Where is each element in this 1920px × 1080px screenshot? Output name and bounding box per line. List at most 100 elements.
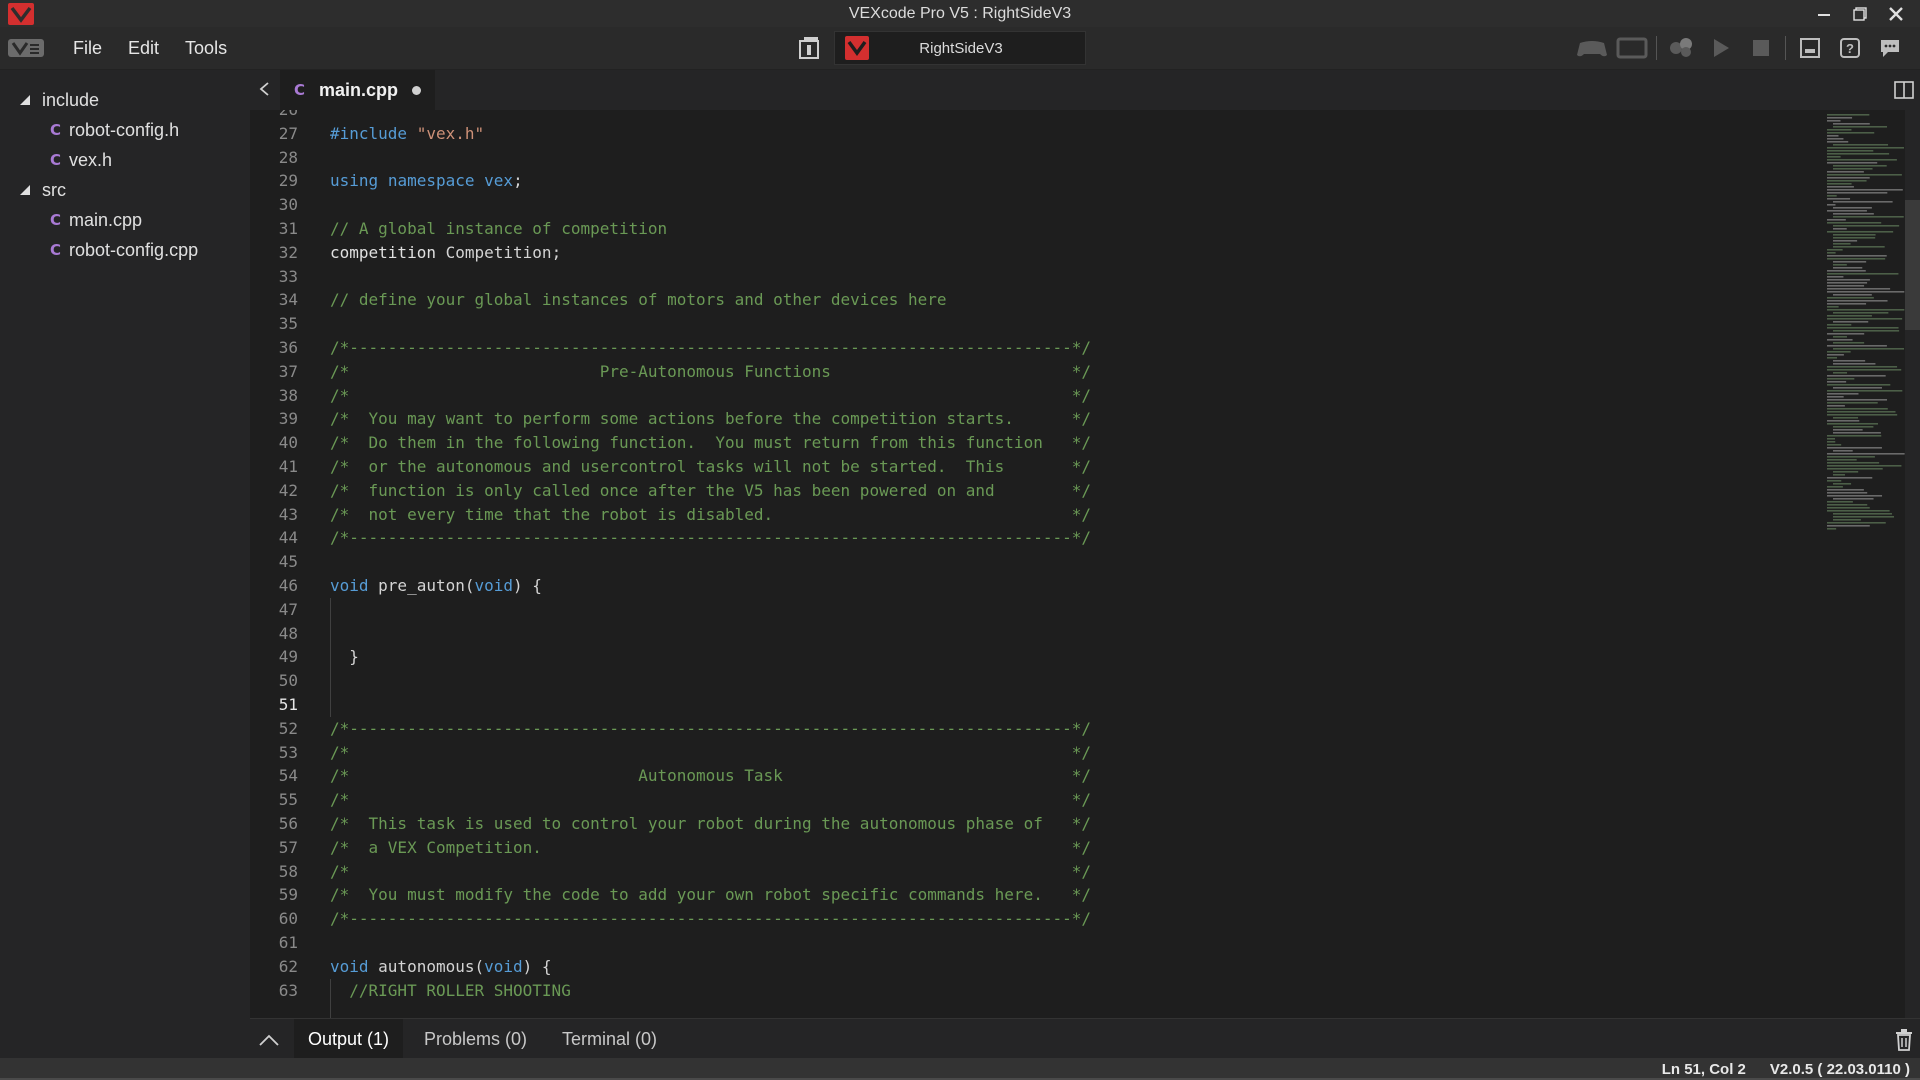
code-line[interactable]: 62 void autonomous(void) { xyxy=(250,955,1550,979)
code-line[interactable]: 28 xyxy=(250,146,1550,170)
code-line[interactable]: 60 /*------------------------------------… xyxy=(250,907,1550,931)
menu-file[interactable]: File xyxy=(60,38,115,59)
code-line[interactable]: 29 using namespace vex; xyxy=(250,169,1550,193)
code-line[interactable]: 36 /*------------------------------------… xyxy=(250,336,1550,360)
split-editor-icon[interactable] xyxy=(1894,81,1914,99)
minimap-line xyxy=(1833,321,1869,323)
trash-icon[interactable] xyxy=(1894,1029,1914,1051)
minimap-line xyxy=(1827,291,1905,293)
brain-icon[interactable] xyxy=(1790,32,1830,64)
minimap-line xyxy=(1827,390,1903,392)
tab-main-cpp[interactable]: C main.cpp xyxy=(280,70,436,110)
code-line[interactable]: 63 //RIGHT ROLLER SHOOTING xyxy=(250,979,1550,1003)
code-line[interactable]: 33 xyxy=(250,265,1550,289)
tab-output[interactable]: Output (1) xyxy=(294,1019,404,1059)
tab-terminal[interactable]: Terminal (0) xyxy=(548,1019,671,1059)
editor-scrollbar[interactable] xyxy=(1905,110,1920,1018)
screen-icon[interactable] xyxy=(1612,32,1652,64)
project-name-box[interactable]: RightSideV3 xyxy=(834,31,1086,65)
code-line[interactable]: 55 /* */ xyxy=(250,788,1550,812)
close-icon[interactable] xyxy=(1878,0,1914,27)
code-line[interactable]: 59 /* You must modify the code to add you… xyxy=(250,883,1550,907)
minimap-line xyxy=(1833,243,1851,245)
code-line[interactable]: 38 /* */ xyxy=(250,384,1550,408)
code-line[interactable]: 50 xyxy=(250,669,1550,693)
code-line[interactable]: 30 xyxy=(250,193,1550,217)
minimap-line xyxy=(1833,264,1847,266)
line-number: 28 xyxy=(278,147,298,167)
line-text: /* Autonomous Task */ xyxy=(330,766,1091,786)
code-line[interactable]: 26 xyxy=(250,110,1550,122)
code-line[interactable]: 56 /* This task is used to control your r… xyxy=(250,812,1550,836)
line-text: //RIGHT ROLLER SHOOTING xyxy=(330,980,571,1000)
minimap-line xyxy=(1827,411,1896,413)
code-line[interactable]: 37 /* Pre-Autonomous Functions */ xyxy=(250,360,1550,384)
code-line[interactable]: 42 /* function is only called once after … xyxy=(250,479,1550,503)
line-number: 56 xyxy=(278,814,298,833)
code-line[interactable]: 49 } xyxy=(250,645,1550,669)
minimap-line xyxy=(1827,327,1899,329)
code-line[interactable]: 44 /*------------------------------------… xyxy=(250,526,1550,550)
chevron-up-icon[interactable] xyxy=(258,1029,280,1051)
minimize-icon[interactable] xyxy=(1806,0,1842,27)
minimap-line xyxy=(1827,447,1882,449)
code-line[interactable]: 51 xyxy=(250,693,1550,717)
line-text: void autonomous(void) { xyxy=(330,956,552,976)
line-text: using namespace vex; xyxy=(330,171,523,191)
minimap-line xyxy=(1833,513,1892,515)
folder-src[interactable]: src xyxy=(0,176,268,204)
project-slot-icon[interactable] xyxy=(796,35,822,61)
code-line[interactable]: 58 /* */ xyxy=(250,860,1550,884)
controller-icon[interactable] xyxy=(1572,32,1612,64)
stop-icon[interactable] xyxy=(1741,32,1781,64)
code-line[interactable]: 61 xyxy=(250,931,1550,955)
code-line[interactable]: 52 /*------------------------------------… xyxy=(250,717,1550,741)
help-icon[interactable]: ? xyxy=(1830,32,1870,64)
chevron-left-icon[interactable] xyxy=(258,82,272,96)
code-line[interactable]: 41 /* or the autonomous and usercontrol t… xyxy=(250,455,1550,479)
vexcode-menu-icon[interactable] xyxy=(8,37,44,59)
line-number: 41 xyxy=(278,457,298,476)
minimap-line xyxy=(1827,135,1839,137)
code-line[interactable]: 43 /* not every time that the robot is di… xyxy=(250,503,1550,527)
menu-edit[interactable]: Edit xyxy=(115,38,172,59)
line-number: 35 xyxy=(278,314,298,334)
code-line[interactable]: 53 /* */ xyxy=(250,741,1550,765)
minimap[interactable] xyxy=(1825,110,1905,1018)
maximize-icon[interactable] xyxy=(1842,0,1878,27)
line-text: /* function is only called once after th… xyxy=(330,480,1091,500)
play-icon[interactable] xyxy=(1701,32,1741,64)
minimap-line xyxy=(1833,471,1859,473)
line-number: 37 xyxy=(278,361,298,381)
indent-guide xyxy=(330,597,331,717)
code-line[interactable]: 39 /* You may want to perform some action… xyxy=(250,407,1550,431)
code-line[interactable]: 57 /* a VEX Competition. */ xyxy=(250,836,1550,860)
tab-problems[interactable]: Problems (0) xyxy=(410,1019,541,1059)
minimap-line xyxy=(1827,396,1844,398)
devices-icon[interactable] xyxy=(1661,32,1701,64)
minimap-line xyxy=(1833,261,1867,263)
code-line[interactable]: 45 xyxy=(250,550,1550,574)
title-bar: VEXcode Pro V5 : RightSideV3 xyxy=(0,0,1920,27)
folder-include[interactable]: include xyxy=(0,86,268,114)
menu-tools[interactable]: Tools xyxy=(172,38,240,59)
code-line[interactable]: 54 /* Autonomous Task */ xyxy=(250,764,1550,788)
unsaved-dot-icon[interactable] xyxy=(412,85,422,95)
feedback-icon[interactable] xyxy=(1870,32,1910,64)
code-line[interactable]: 27 #include "vex.h" xyxy=(250,122,1550,146)
code-line[interactable]: 31 // A global instance of competition xyxy=(250,217,1550,241)
code-line[interactable]: 35 xyxy=(250,312,1550,336)
minimap-line xyxy=(1827,318,1903,320)
code-line[interactable]: 48 xyxy=(250,622,1550,646)
scrollbar-thumb[interactable] xyxy=(1905,200,1920,330)
code-line[interactable]: 46 void pre_auton(void) { xyxy=(250,574,1550,598)
code-editor[interactable]: 2627 #include "vex.h" 28 29 using namespace … xyxy=(250,110,1825,1018)
minimap-line xyxy=(1827,120,1841,122)
line-number: 34 xyxy=(278,290,298,310)
code-line[interactable]: 47 xyxy=(250,598,1550,622)
code-line[interactable]: 32 competition Competition; xyxy=(250,241,1550,265)
cursor-position[interactable]: Ln 51, Col 2 xyxy=(1662,1061,1746,1078)
code-line[interactable]: 40 /* Do them in the following function. … xyxy=(250,431,1550,455)
line-number: 43 xyxy=(278,504,298,524)
code-line[interactable]: 34 // define your global instances of mot… xyxy=(250,288,1550,312)
